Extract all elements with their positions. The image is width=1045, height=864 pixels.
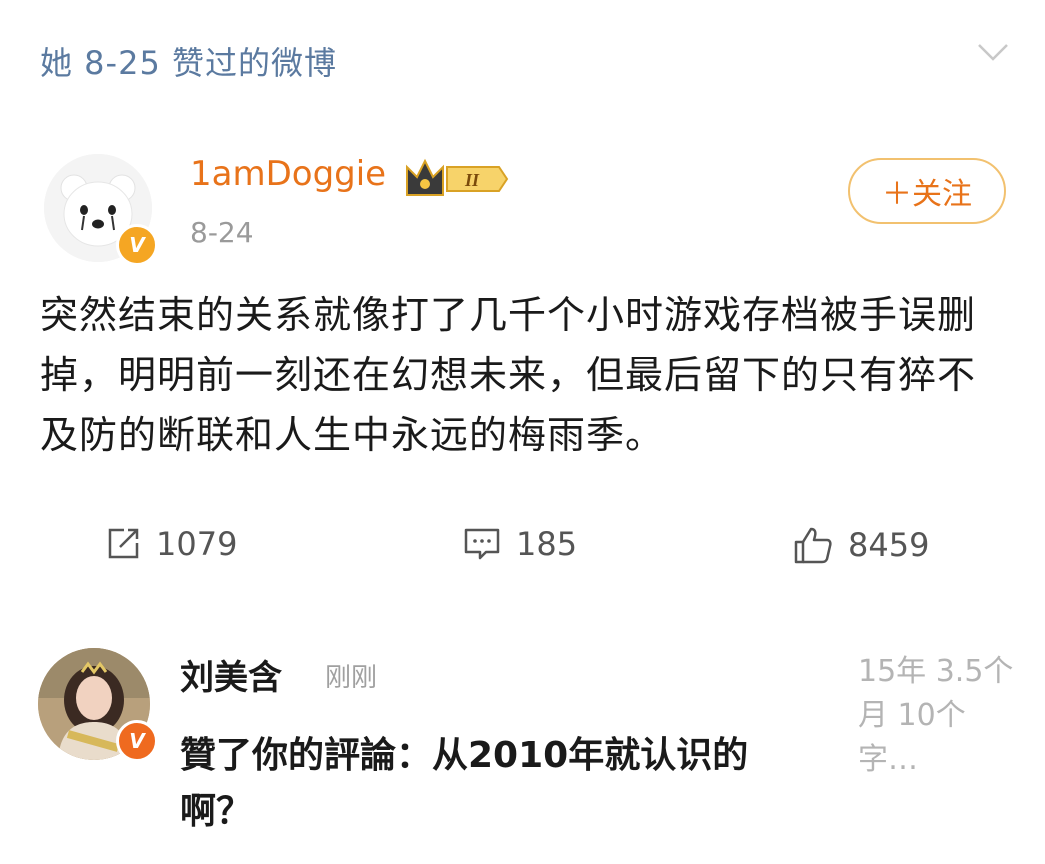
comment-meta: 15年 3.5个月 10个字… [858, 654, 1014, 777]
like-count: 8459 [848, 526, 930, 564]
crown-level-badge-icon: II [406, 158, 509, 196]
like-button[interactable]: 8459 [792, 525, 929, 565]
comment-username[interactable]: 刘美含 [180, 650, 282, 699]
post-date: 8-24 [190, 216, 254, 249]
verified-badge-icon: V [116, 720, 158, 762]
thumbs-up-icon [794, 527, 832, 564]
chevron-down-icon[interactable] [975, 40, 1011, 64]
repost-button[interactable]: 1079 [104, 525, 237, 563]
repost-count: 1079 [156, 525, 238, 563]
comment-time: 刚刚 [325, 663, 378, 693]
avatar[interactable]: V [44, 154, 158, 266]
comment-text: 贊了你的評論：从2010年就认识的啊？ [180, 735, 749, 832]
comment-button[interactable]: 185 [462, 525, 577, 563]
post-text: 突然结束的关系就像打了几千个小时游戏存档被手误删掉，明明前一刻还在幻想未来，但最… [40, 293, 977, 457]
verified-badge-icon: V [116, 224, 158, 266]
comment-count: 185 [516, 525, 578, 563]
follow-button[interactable]: ＋关注 [848, 158, 1006, 224]
post-username[interactable]: 1amDoggie [190, 154, 386, 194]
comment-icon [464, 528, 500, 560]
level-badge-text: II [464, 170, 480, 190]
comment-avatar[interactable]: V [38, 648, 158, 762]
repost-icon [108, 528, 139, 559]
page-title: 她 8-25 赞过的微博 [40, 44, 337, 82]
